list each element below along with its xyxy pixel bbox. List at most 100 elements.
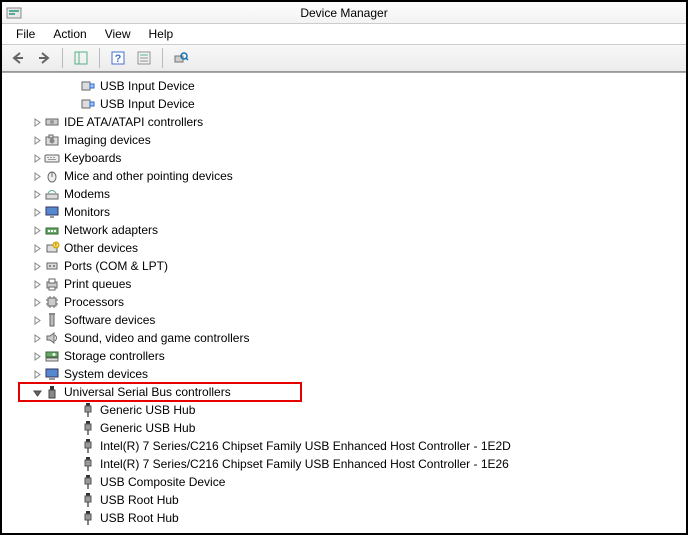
usb-plug-icon bbox=[80, 492, 96, 508]
tree-node[interactable]: Ports (COM & LPT) bbox=[2, 257, 686, 275]
tree-node-label: Universal Serial Bus controllers bbox=[64, 385, 231, 399]
device-tree[interactable]: USB Input Device USB Input Device IDE ATA/… bbox=[2, 72, 686, 533]
tree-node[interactable]: Storage controllers bbox=[2, 347, 686, 365]
tree-node[interactable]: Keyboards bbox=[2, 149, 686, 167]
tree-node-label: USB Composite Device bbox=[100, 475, 225, 489]
tree-node[interactable]: Intel(R) 7 Series/C216 Chipset Family US… bbox=[2, 437, 686, 455]
expand-icon[interactable] bbox=[30, 367, 44, 381]
tree-node-label: USB Input Device bbox=[100, 79, 195, 93]
ide-icon bbox=[44, 114, 60, 130]
audio-icon bbox=[44, 330, 60, 346]
tree-node[interactable]: Software devices bbox=[2, 311, 686, 329]
camera-icon bbox=[44, 132, 60, 148]
keyboard-icon bbox=[44, 150, 60, 166]
modem-icon bbox=[44, 186, 60, 202]
expand-icon[interactable] bbox=[30, 349, 44, 363]
tree-node-label: Ports (COM & LPT) bbox=[64, 259, 168, 273]
usb-plug-icon bbox=[80, 402, 96, 418]
port-icon bbox=[44, 258, 60, 274]
tree-node[interactable]: USB Input Device bbox=[2, 95, 686, 113]
expand-icon[interactable] bbox=[30, 259, 44, 273]
tree-node-label: Keyboards bbox=[64, 151, 121, 165]
tree-node[interactable]: Imaging devices bbox=[2, 131, 686, 149]
tree-node-label: Generic USB Hub bbox=[100, 421, 195, 435]
expander-spacer bbox=[66, 511, 80, 525]
usb-dev-icon bbox=[80, 96, 96, 112]
tree-node-label: IDE ATA/ATAPI controllers bbox=[64, 115, 203, 129]
tree-node-label: Intel(R) 7 Series/C216 Chipset Family US… bbox=[100, 457, 509, 471]
expand-icon[interactable] bbox=[30, 331, 44, 345]
usb-plug-icon bbox=[80, 456, 96, 472]
toolbar-separator bbox=[99, 48, 100, 68]
tree-node[interactable]: Monitors bbox=[2, 203, 686, 221]
menu-view[interactable]: View bbox=[97, 25, 139, 43]
tree-node[interactable]: Generic USB Hub bbox=[2, 401, 686, 419]
tree-node-label: USB Input Device bbox=[100, 97, 195, 111]
tree-node[interactable]: IDE ATA/ATAPI controllers bbox=[2, 113, 686, 131]
menu-action[interactable]: Action bbox=[45, 25, 94, 43]
storage-icon bbox=[44, 348, 60, 364]
tree-node-label: Sound, video and game controllers bbox=[64, 331, 249, 345]
expand-icon[interactable] bbox=[30, 313, 44, 327]
tree-node-label: Processors bbox=[64, 295, 124, 309]
network-icon bbox=[44, 222, 60, 238]
tree-node[interactable]: USB Composite Device bbox=[2, 473, 686, 491]
expander-spacer bbox=[66, 403, 80, 417]
tree-node[interactable]: Universal Serial Bus controllers bbox=[2, 383, 686, 401]
tree-node[interactable]: USB Input Device bbox=[2, 77, 686, 95]
scan-hardware-button[interactable] bbox=[169, 47, 193, 69]
collapse-icon[interactable] bbox=[30, 385, 44, 399]
tree-node[interactable]: System devices bbox=[2, 365, 686, 383]
usb-plug-icon bbox=[80, 510, 96, 526]
tree-node[interactable]: USB Root Hub bbox=[2, 491, 686, 509]
toolbar: ? bbox=[2, 44, 686, 72]
back-button[interactable] bbox=[6, 47, 30, 69]
expand-icon[interactable] bbox=[30, 151, 44, 165]
tree-node[interactable]: Print queues bbox=[2, 275, 686, 293]
expand-icon[interactable] bbox=[30, 241, 44, 255]
forward-button[interactable] bbox=[32, 47, 56, 69]
expand-icon[interactable] bbox=[30, 277, 44, 291]
tree-node-label: Intel(R) 7 Series/C216 Chipset Family US… bbox=[100, 439, 511, 453]
show-hide-tree-button[interactable] bbox=[69, 47, 93, 69]
printer-icon bbox=[44, 276, 60, 292]
usb-plug-icon bbox=[80, 420, 96, 436]
tree-node-label: Storage controllers bbox=[64, 349, 165, 363]
expander-spacer bbox=[66, 493, 80, 507]
expand-icon[interactable] bbox=[30, 187, 44, 201]
tree-node[interactable]: Generic USB Hub bbox=[2, 419, 686, 437]
titlebar: Device Manager bbox=[2, 2, 686, 24]
properties-button[interactable] bbox=[132, 47, 156, 69]
tree-node[interactable]: Mice and other pointing devices bbox=[2, 167, 686, 185]
expander-spacer bbox=[66, 79, 80, 93]
expand-icon[interactable] bbox=[30, 115, 44, 129]
window-title: Device Manager bbox=[2, 6, 686, 20]
tree-node-label: USB Root Hub bbox=[100, 511, 179, 525]
tree-node[interactable]: Network adapters bbox=[2, 221, 686, 239]
expand-icon[interactable] bbox=[30, 223, 44, 237]
mouse-icon bbox=[44, 168, 60, 184]
help-button[interactable]: ? bbox=[106, 47, 130, 69]
tree-node[interactable]: Modems bbox=[2, 185, 686, 203]
menu-help[interactable]: Help bbox=[141, 25, 182, 43]
expander-spacer bbox=[66, 421, 80, 435]
tree-node-label: Other devices bbox=[64, 241, 138, 255]
expand-icon[interactable] bbox=[30, 295, 44, 309]
tree-node-label: System devices bbox=[64, 367, 148, 381]
tree-node[interactable]: USB Root Hub bbox=[2, 509, 686, 527]
tree-node[interactable]: Sound, video and game controllers bbox=[2, 329, 686, 347]
tree-node-label: Monitors bbox=[64, 205, 110, 219]
menu-file[interactable]: File bbox=[8, 25, 43, 43]
usb-dev-icon bbox=[80, 78, 96, 94]
expand-icon[interactable] bbox=[30, 205, 44, 219]
tree-node-label: Modems bbox=[64, 187, 110, 201]
expand-icon[interactable] bbox=[30, 133, 44, 147]
toolbar-separator bbox=[162, 48, 163, 68]
expand-icon[interactable] bbox=[30, 169, 44, 183]
tree-node[interactable]: Processors bbox=[2, 293, 686, 311]
tree-node-label: Mice and other pointing devices bbox=[64, 169, 233, 183]
usb-plug-icon bbox=[80, 474, 96, 490]
tree-node[interactable]: Intel(R) 7 Series/C216 Chipset Family US… bbox=[2, 455, 686, 473]
tree-node[interactable]: Other devices bbox=[2, 239, 686, 257]
tree-node-label: Generic USB Hub bbox=[100, 403, 195, 417]
